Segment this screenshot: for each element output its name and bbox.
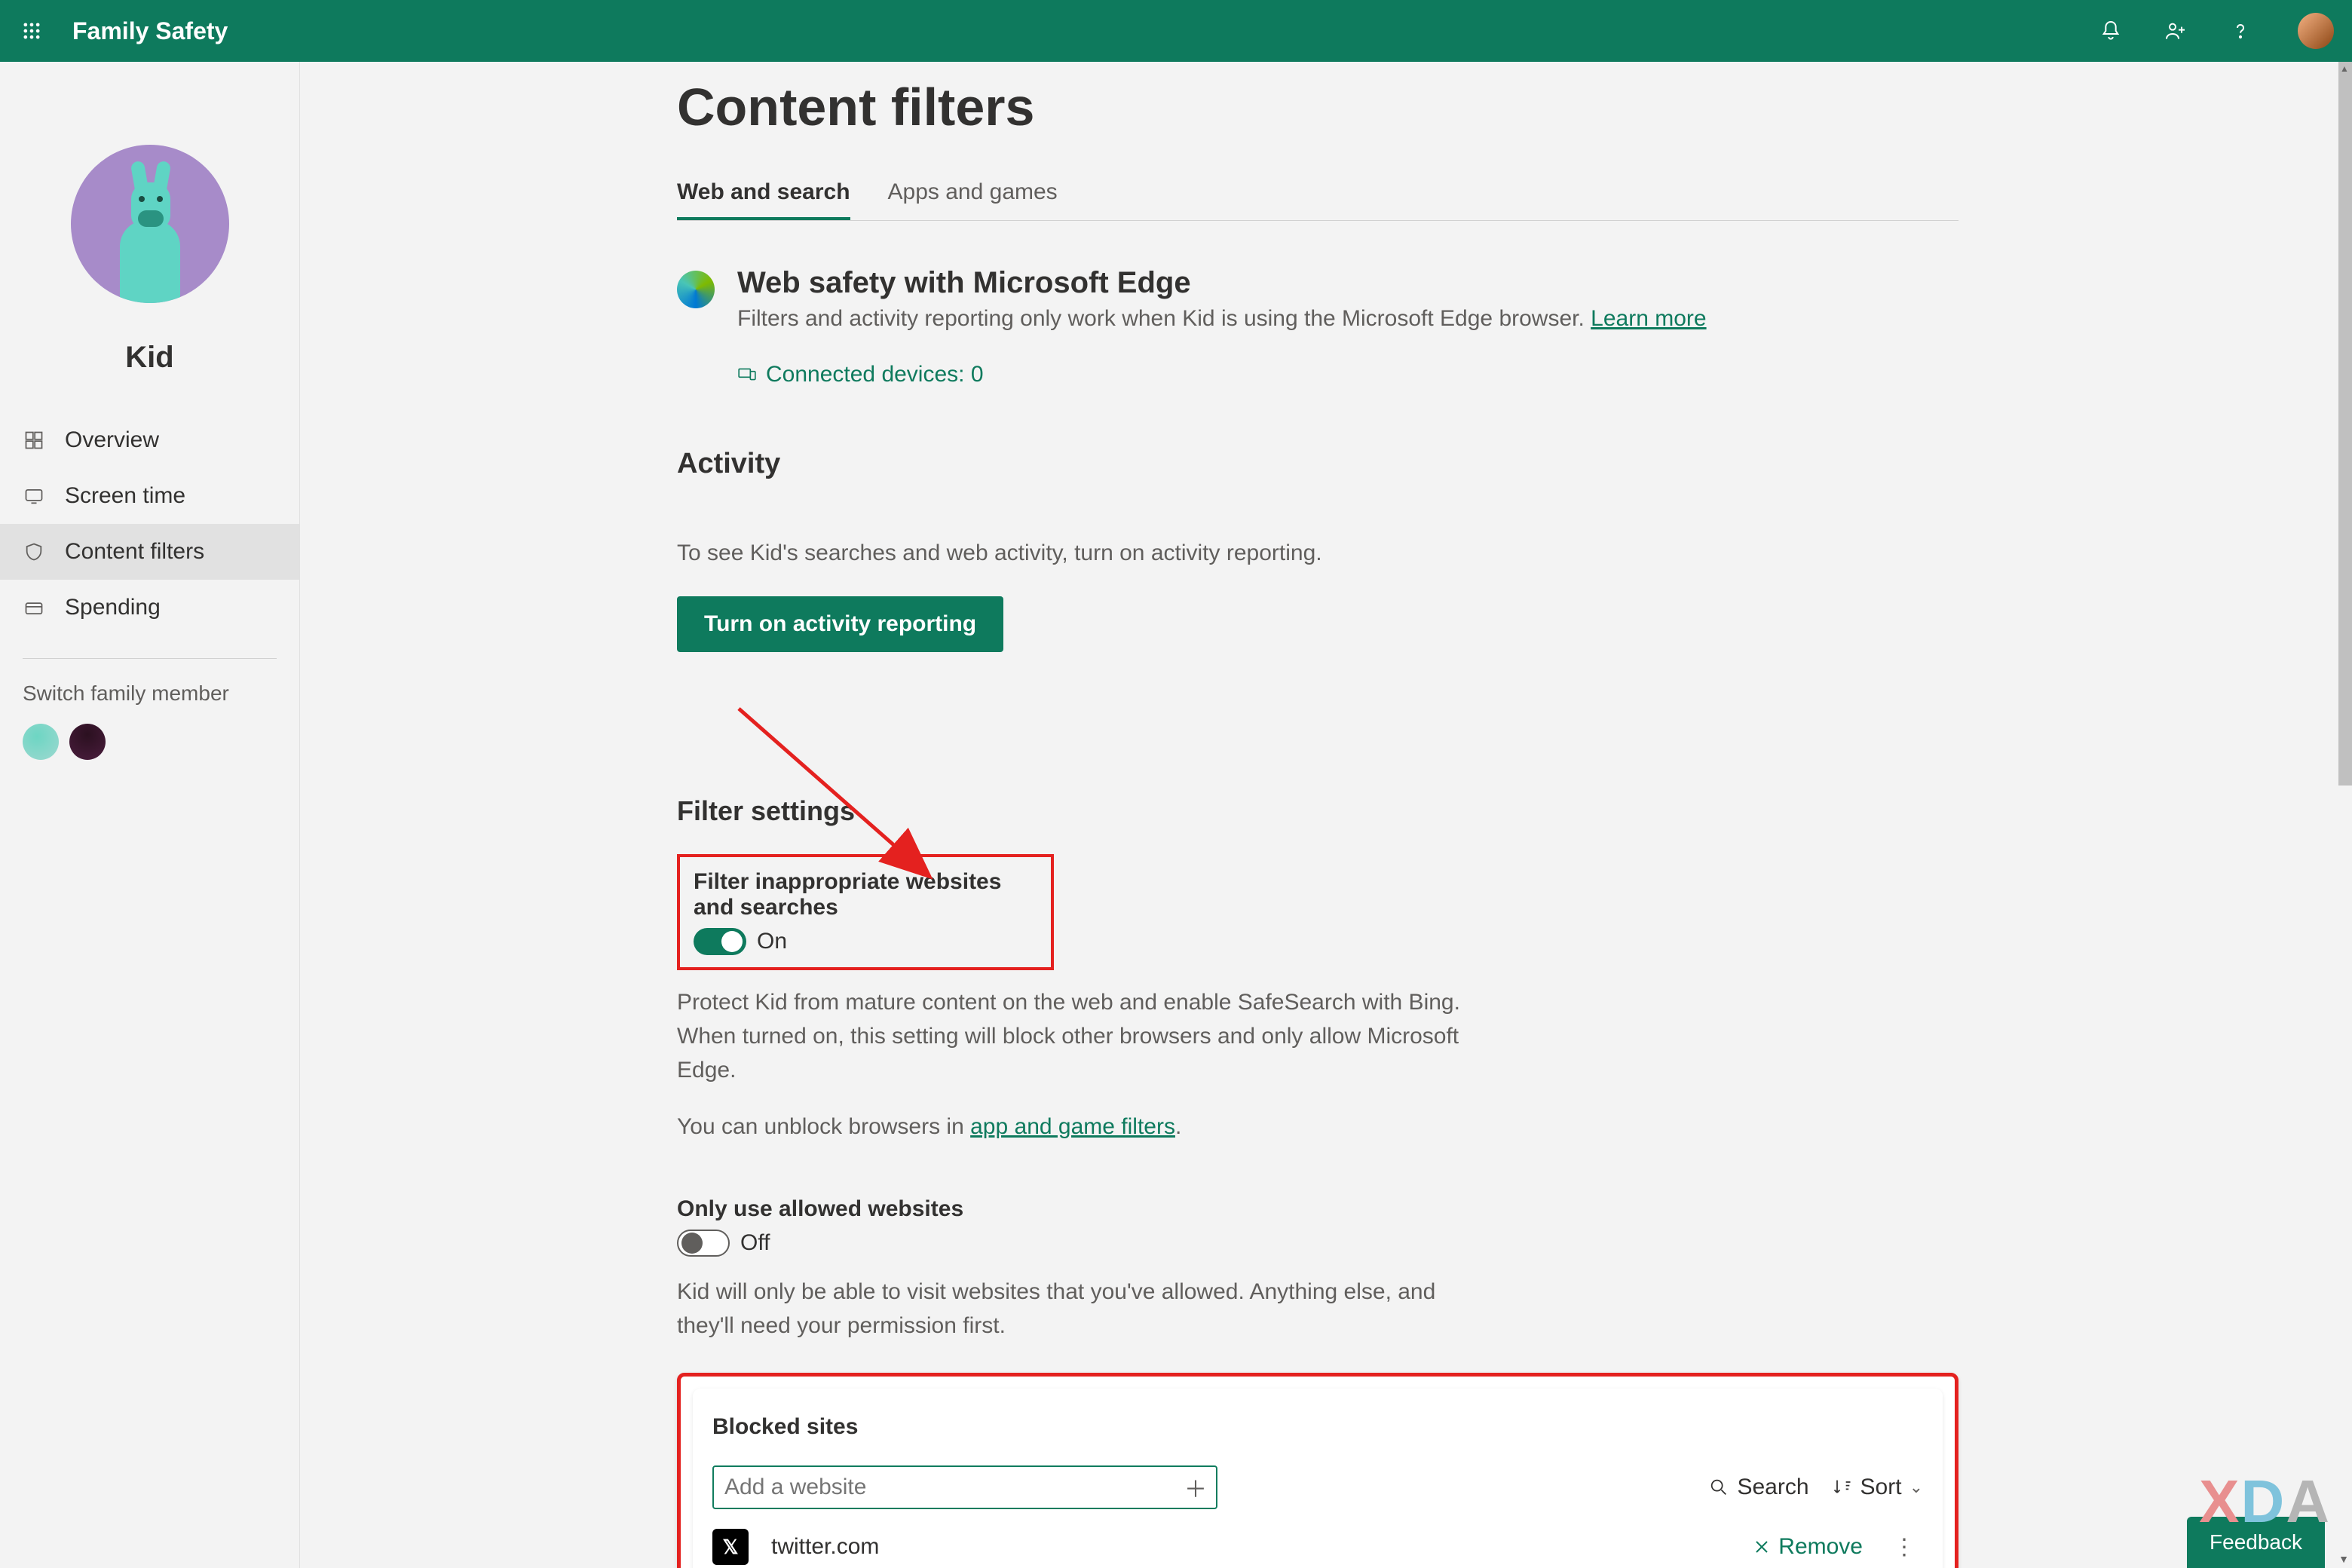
sort-icon (1832, 1477, 1853, 1498)
remove-label: Remove (1778, 1534, 1863, 1560)
edge-section-title: Web safety with Microsoft Edge (737, 266, 1707, 300)
allowed-only-toggle[interactable] (677, 1230, 730, 1257)
edge-section-desc: Filters and activity reporting only work… (737, 306, 1707, 332)
tab-web-and-search[interactable]: Web and search (677, 167, 850, 220)
sidebar-item-content-filters[interactable]: Content filters (0, 524, 299, 580)
help-icon[interactable] (2225, 16, 2256, 46)
edge-logo-icon (677, 271, 715, 308)
app-game-filters-link[interactable]: app and game filters (970, 1114, 1175, 1139)
close-icon (1753, 1538, 1771, 1556)
toggle-state-text: Off (740, 1230, 770, 1256)
filter-inappropriate-toggle[interactable] (694, 928, 746, 955)
page-title: Content filters (677, 77, 1958, 137)
filter-inappropriate-desc: Protect Kid from mature content on the w… (677, 985, 1491, 1087)
profile-name: Kid (125, 341, 173, 375)
desc2-suffix: . (1175, 1114, 1181, 1139)
blocked-add-input[interactable] (712, 1465, 1217, 1509)
tab-apps-and-games[interactable]: Apps and games (888, 167, 1058, 220)
sidebar-item-label: Content filters (65, 539, 204, 565)
chevron-down-icon: ⌄ (1909, 1478, 1923, 1497)
blocked-search-button[interactable]: Search (1708, 1475, 1808, 1500)
site-name: twitter.com (771, 1534, 1730, 1560)
profile-avatar (71, 145, 229, 303)
scrollbar[interactable] (2338, 62, 2352, 786)
app-title: Family Safety (72, 17, 228, 45)
activity-desc: To see Kid's searches and web activity, … (677, 541, 1958, 566)
scroll-down-caret[interactable]: ▼ (2338, 1553, 2349, 1565)
desc2-prefix: You can unblock browsers in (677, 1114, 970, 1139)
notifications-icon[interactable] (2096, 16, 2126, 46)
shield-icon (23, 541, 45, 563)
overview-icon (23, 429, 45, 452)
sidebar-item-label: Spending (65, 595, 161, 620)
sidebar-nav: Overview Screen time Content filters Spe… (0, 412, 299, 635)
turn-on-activity-button[interactable]: Turn on activity reporting (677, 596, 1003, 652)
learn-more-link[interactable]: Learn more (1591, 306, 1706, 331)
top-header: Family Safety (0, 0, 2352, 62)
connected-devices-link[interactable]: Connected devices: 0 (737, 362, 1958, 387)
sidebar-item-label: Overview (65, 427, 159, 453)
sort-label: Sort (1860, 1475, 1902, 1500)
filter-inappropriate-label: Filter inappropriate websites and search… (694, 869, 1037, 920)
sidebar-item-label: Screen time (65, 483, 185, 509)
scroll-up-caret[interactable]: ▲ (2340, 63, 2350, 74)
account-avatar[interactable] (2298, 13, 2334, 49)
switch-family-label: Switch family member (23, 681, 277, 706)
search-label: Search (1737, 1475, 1808, 1500)
feedback-button[interactable]: Feedback (2187, 1517, 2325, 1568)
more-options-icon[interactable]: ⋮ (1885, 1534, 1923, 1560)
add-site-icon[interactable]: ＋ (1184, 1471, 1207, 1504)
search-icon (1708, 1477, 1729, 1498)
add-family-member-icon[interactable] (2161, 16, 2191, 46)
activity-heading: Activity (677, 448, 1958, 480)
sidebar-item-screen-time[interactable]: Screen time (0, 468, 299, 524)
edge-desc-text: Filters and activity reporting only work… (737, 306, 1591, 331)
remove-site-button[interactable]: Remove (1753, 1534, 1863, 1560)
profile-block: Kid (0, 145, 299, 412)
allowed-only-desc: Kid will only be able to visit websites … (677, 1275, 1491, 1343)
blocked-sort-button[interactable]: Sort ⌄ (1832, 1475, 1923, 1500)
tabs: Web and search Apps and games (677, 167, 1958, 221)
blocked-site-row: 𝕏 twitter.com Remove ⋮ (712, 1509, 1923, 1568)
site-favicon-twitter: 𝕏 (712, 1529, 749, 1565)
sidebar-item-overview[interactable]: Overview (0, 412, 299, 468)
app-launcher-icon[interactable] (18, 17, 45, 44)
allowed-only-label: Only use allowed websites (677, 1196, 1958, 1222)
filter-inappropriate-card: Filter inappropriate websites and search… (677, 854, 1054, 970)
screen-time-icon (23, 485, 45, 507)
filter-settings-heading: Filter settings (677, 795, 1958, 827)
filter-inappropriate-desc2: You can unblock browsers in app and game… (677, 1110, 1491, 1144)
blocked-sites-title: Blocked sites (712, 1414, 1923, 1440)
sidebar-item-spending[interactable]: Spending (0, 580, 299, 635)
devices-icon (737, 365, 757, 384)
toggle-state-text: On (757, 929, 787, 954)
sidebar: Kid Overview Screen time Content filters (0, 62, 300, 1568)
connected-devices-text: Connected devices: 0 (766, 362, 984, 387)
spending-icon (23, 596, 45, 619)
blocked-sites-panel: Blocked sites ＋ Search S (677, 1373, 1958, 1568)
family-member-avatar-1[interactable] (23, 724, 59, 760)
content-area: ▲ Content filters Web and search Apps an… (300, 62, 2352, 1568)
sidebar-divider (23, 658, 277, 659)
family-member-avatar-2[interactable] (69, 724, 106, 760)
